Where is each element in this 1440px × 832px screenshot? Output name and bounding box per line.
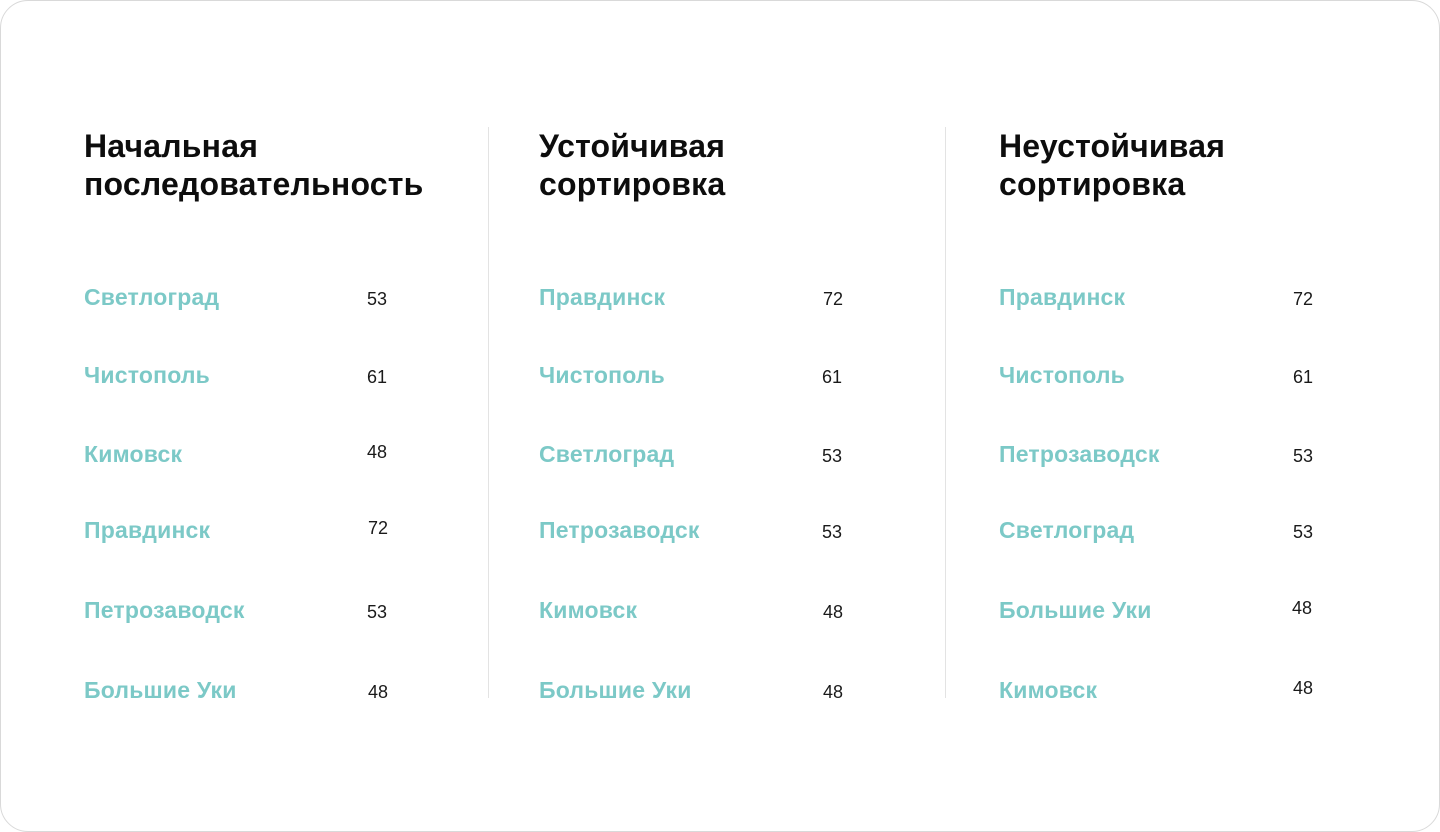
city-value: 61	[1292, 367, 1314, 387]
city-value: 53	[366, 289, 388, 309]
city-name: Петрозаводск	[539, 517, 700, 543]
column-title-line: последовательность	[84, 166, 424, 202]
column-title: Неустойчивая сортировка	[999, 127, 1225, 203]
city-value: 48	[367, 682, 389, 702]
city-name: Чистополь	[539, 362, 666, 388]
city-name: Правдинск	[539, 284, 666, 310]
column-divider	[488, 127, 489, 698]
city-name: Большие Уки	[539, 677, 692, 703]
city-name: Чистополь	[84, 362, 211, 388]
city-name: Кимовск	[539, 597, 638, 623]
column-title-line: сортировка	[999, 166, 1186, 202]
city-value: 53	[821, 446, 843, 466]
city-name: Правдинск	[84, 517, 211, 543]
city-name: Большие Уки	[999, 597, 1152, 623]
column-title-line: Начальная	[84, 128, 259, 164]
city-name: Чистополь	[999, 362, 1126, 388]
city-value: 48	[1291, 598, 1313, 618]
city-name: Большие Уки	[84, 677, 237, 703]
city-name: Светлоград	[999, 517, 1135, 543]
city-value: 48	[822, 602, 844, 622]
column-title-line: Устойчивая	[539, 128, 726, 164]
column-title-line: Неустойчивая	[999, 128, 1226, 164]
city-value: 48	[1292, 678, 1314, 698]
city-value: 72	[367, 518, 389, 538]
column-title: Устойчивая сортировка	[539, 127, 725, 203]
city-name: Петрозаводск	[84, 597, 245, 623]
city-name: Светлоград	[539, 441, 675, 467]
column-title-line: сортировка	[539, 166, 726, 202]
city-value: 61	[821, 367, 843, 387]
column-divider	[945, 127, 946, 698]
column-title: Начальная последовательность	[84, 127, 424, 203]
city-value: 72	[1292, 289, 1314, 309]
city-value: 72	[822, 289, 844, 309]
city-name: Петрозаводск	[999, 441, 1160, 467]
city-value: 53	[1292, 446, 1314, 466]
city-name: Кимовск	[999, 677, 1098, 703]
city-value: 53	[821, 522, 843, 542]
city-value: 53	[1292, 522, 1314, 542]
city-name: Кимовск	[84, 441, 183, 467]
sorting-comparison-card: Начальная последовательность Светлоград …	[0, 0, 1440, 832]
city-value: 61	[366, 367, 388, 387]
city-value: 48	[822, 682, 844, 702]
city-value: 53	[366, 602, 388, 622]
city-name: Светлоград	[84, 284, 220, 310]
city-name: Правдинск	[999, 284, 1126, 310]
city-value: 48	[366, 442, 388, 462]
